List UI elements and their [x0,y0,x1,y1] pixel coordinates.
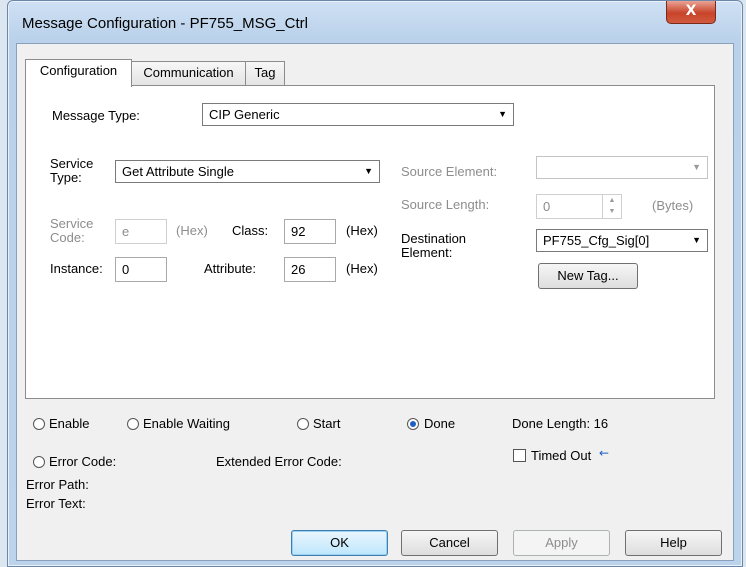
source-length-label: Source Length: [401,197,490,212]
enable-waiting-label: Enable Waiting [143,416,230,431]
attribute-field[interactable]: 26 [284,257,336,282]
service-type-label: Service Type: [50,157,93,185]
class-value: 92 [291,224,306,239]
chevron-down-icon: ▼ [692,235,701,245]
service-code-label: Service Code: [50,217,93,245]
chevron-down-icon: ▼ [364,166,373,176]
error-code-label: Error Code: [49,454,117,469]
ok-button[interactable]: OK [291,530,388,556]
arrow-left-icon: ← [599,446,610,460]
error-path-label: Error Path: [26,477,89,492]
class-hex-label: (Hex) [346,223,378,238]
instance-value: 0 [122,262,130,277]
enable-label: Enable [49,416,90,431]
destination-label-line1: Destination [401,231,467,246]
timed-out-label: Timed Out [531,448,592,463]
timed-out-checkbox[interactable] [513,449,526,462]
source-element-dropdown[interactable]: ▼ [536,156,708,179]
tab-communication[interactable]: Communication [130,61,247,86]
message-type-label: Message Type: [52,108,140,123]
service-type-value: Get Attribute Single [122,164,235,179]
window-title: Message Configuration - PF755_MSG_Ctrl [22,15,308,32]
message-type-value: CIP Generic [209,107,280,122]
class-field[interactable]: 92 [284,219,336,244]
source-element-label: Source Element: [401,164,498,179]
extended-error-code-label: Extended Error Code: [216,454,342,469]
destination-element-dropdown[interactable]: PF755_Cfg_Sig[0] ▼ [536,229,708,252]
service-code-hex-label: (Hex) [176,223,208,238]
spin-up-icon: ▲ [608,197,616,204]
enable-radio[interactable] [33,418,45,430]
tab-configuration-label: Configuration [39,63,118,78]
service-type-dropdown[interactable]: Get Attribute Single ▼ [115,160,380,183]
instance-field[interactable]: 0 [115,257,167,282]
error-code-radio[interactable] [33,456,45,468]
apply-button[interactable]: Apply [513,530,610,556]
close-icon: X [685,3,697,19]
configuration-panel: Message Type: CIP Generic ▼ Service Type:… [25,85,715,399]
help-button[interactable]: Help [625,530,722,556]
bytes-label: (Bytes) [652,198,694,213]
class-label: Class: [232,223,269,238]
tab-communication-label: Communication [143,65,234,80]
destination-label-line2: Element: [401,245,453,260]
instance-label: Instance: [50,261,103,276]
chevron-down-icon: ▼ [692,162,701,172]
attribute-value: 26 [291,262,306,277]
chevron-down-icon: ▼ [498,109,507,119]
message-type-dropdown[interactable]: CIP Generic ▼ [202,103,514,126]
cancel-button[interactable]: Cancel [401,530,498,556]
enable-waiting-radio[interactable] [127,418,139,430]
service-type-label-line2: Type: [50,170,82,185]
source-length-value: 0 [543,199,551,214]
source-length-spinner[interactable]: ▲ ▼ [602,195,621,218]
attribute-label: Attribute: [204,261,257,276]
tab-configuration[interactable]: Configuration [25,59,132,87]
service-code-label-line1: Service [50,216,94,231]
source-length-field[interactable]: 0 ▲ ▼ [536,194,622,219]
tab-tag-label: Tag [254,65,276,80]
destination-element-label: Destination Element: [401,232,466,260]
spin-down-icon: ▼ [608,208,616,215]
service-code-field[interactable]: e [115,219,167,244]
done-length-text: Done Length: 16 [512,416,609,431]
start-label: Start [313,416,341,431]
service-code-label-line2: Code: [50,230,85,245]
start-radio[interactable] [297,418,309,430]
tab-tag[interactable]: Tag [245,61,285,86]
attribute-hex-label: (Hex) [346,261,378,276]
new-tag-button[interactable]: New Tag... [538,263,638,289]
service-type-label-line1: Service [50,156,94,171]
destination-element-value: PF755_Cfg_Sig[0] [543,233,650,248]
done-label: Done [424,416,456,431]
error-text-label: Error Text: [26,496,86,511]
service-code-value: e [122,224,130,239]
done-radio[interactable] [407,418,419,430]
close-button[interactable]: X [666,1,716,24]
